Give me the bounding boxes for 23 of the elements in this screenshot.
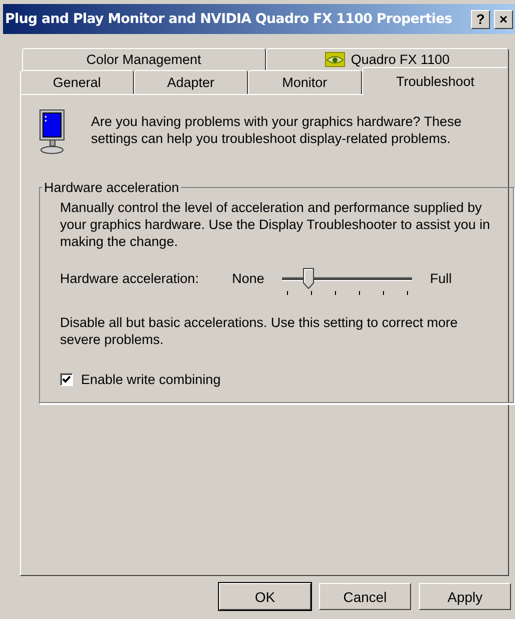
tab[interactable]: Color Management xyxy=(22,48,266,70)
checkbox-label: Enable write combining xyxy=(81,372,221,387)
close-button[interactable]: × xyxy=(494,10,513,28)
dialog-button[interactable]: Apply xyxy=(419,583,511,610)
slider-label: Hardware acceleration: xyxy=(60,271,200,286)
tab[interactable]: Monitor xyxy=(248,70,362,94)
description-text: Manually control the level of acceleration and performance supplied by your graphics hardware. Use the Display Troubleshooter to assist you in making the change. xyxy=(60,199,491,250)
window-title: Plug and Play Monitor and NVIDIA Quadro FX 1100 Properties xyxy=(5,11,454,27)
slider-thumb[interactable] xyxy=(303,268,314,289)
max-label: Full xyxy=(430,271,452,286)
tab[interactable]: Troubleshoot xyxy=(362,67,509,95)
dialog-button[interactable]: OK xyxy=(219,583,311,610)
eye-logo-icon xyxy=(324,52,345,67)
dialog-button[interactable]: Cancel xyxy=(319,583,411,610)
level-description: Disable all but basic accelerations. Use this setting to correct more severe problems. xyxy=(60,314,459,348)
help-button[interactable]: ? xyxy=(471,10,490,28)
intro-text: Are you having problems with your graphics hardware? These settings can help you troubleshoot display-related problems. xyxy=(91,113,462,147)
tab[interactable]: Quadro FX 1100 xyxy=(266,48,509,70)
min-label: None xyxy=(232,271,266,286)
tab[interactable]: Adapter xyxy=(134,70,248,94)
group-title: Hardware acceleration xyxy=(43,180,180,195)
tab[interactable]: General xyxy=(20,70,134,94)
checkbox[interactable] xyxy=(60,373,73,386)
